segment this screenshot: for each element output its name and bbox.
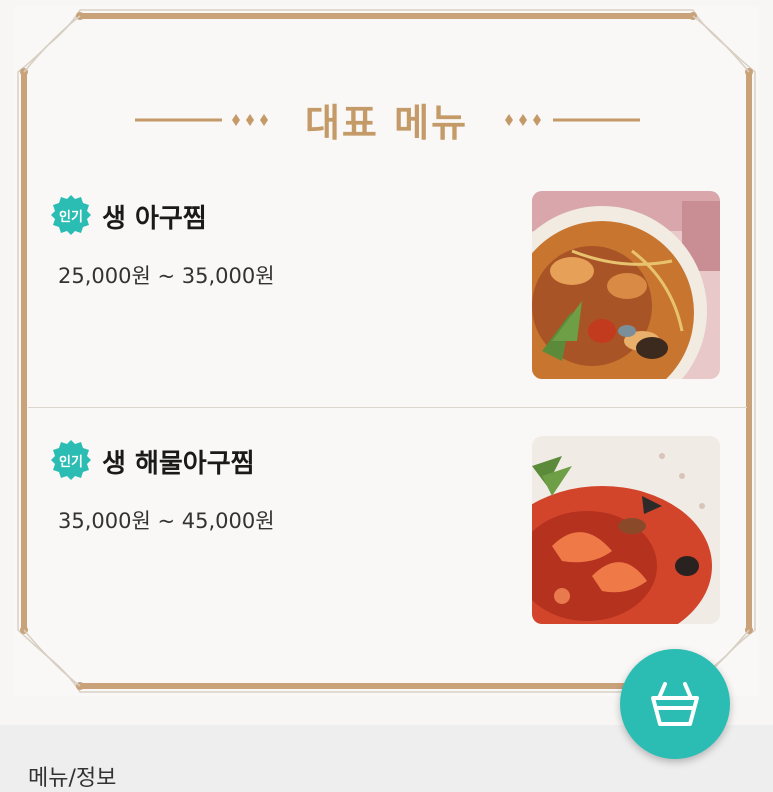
popular-badge: 인기 (50, 194, 92, 236)
item-price: 35,000원 ~ 45,000원 (58, 509, 275, 533)
cart-button[interactable] (620, 649, 730, 759)
menu-item[interactable]: 인기 생 해물아구찜 35,000원 ~ 45,000원 (28, 435, 748, 635)
section-title: 대표 메뉴 (304, 101, 469, 145)
bottom-label: 메뉴/정보 (28, 766, 117, 791)
item-divider (28, 407, 747, 408)
item-name: 생 해물아구찜 (102, 449, 255, 479)
popular-badge: 인기 (50, 439, 92, 481)
braised-monkfish-photo[interactable] (532, 191, 720, 379)
badge-label: 인기 (59, 455, 83, 470)
item-price: 25,000원 ~ 35,000원 (58, 264, 275, 288)
badge-label: 인기 (59, 210, 83, 225)
braised-seafood-monkfish-photo[interactable] (532, 436, 720, 624)
menu-item[interactable]: 인기 생 아구찜 25,000원 ~ 35,000원 (28, 190, 748, 390)
basket-icon (651, 682, 699, 726)
item-name: 생 아구찜 (102, 204, 207, 234)
